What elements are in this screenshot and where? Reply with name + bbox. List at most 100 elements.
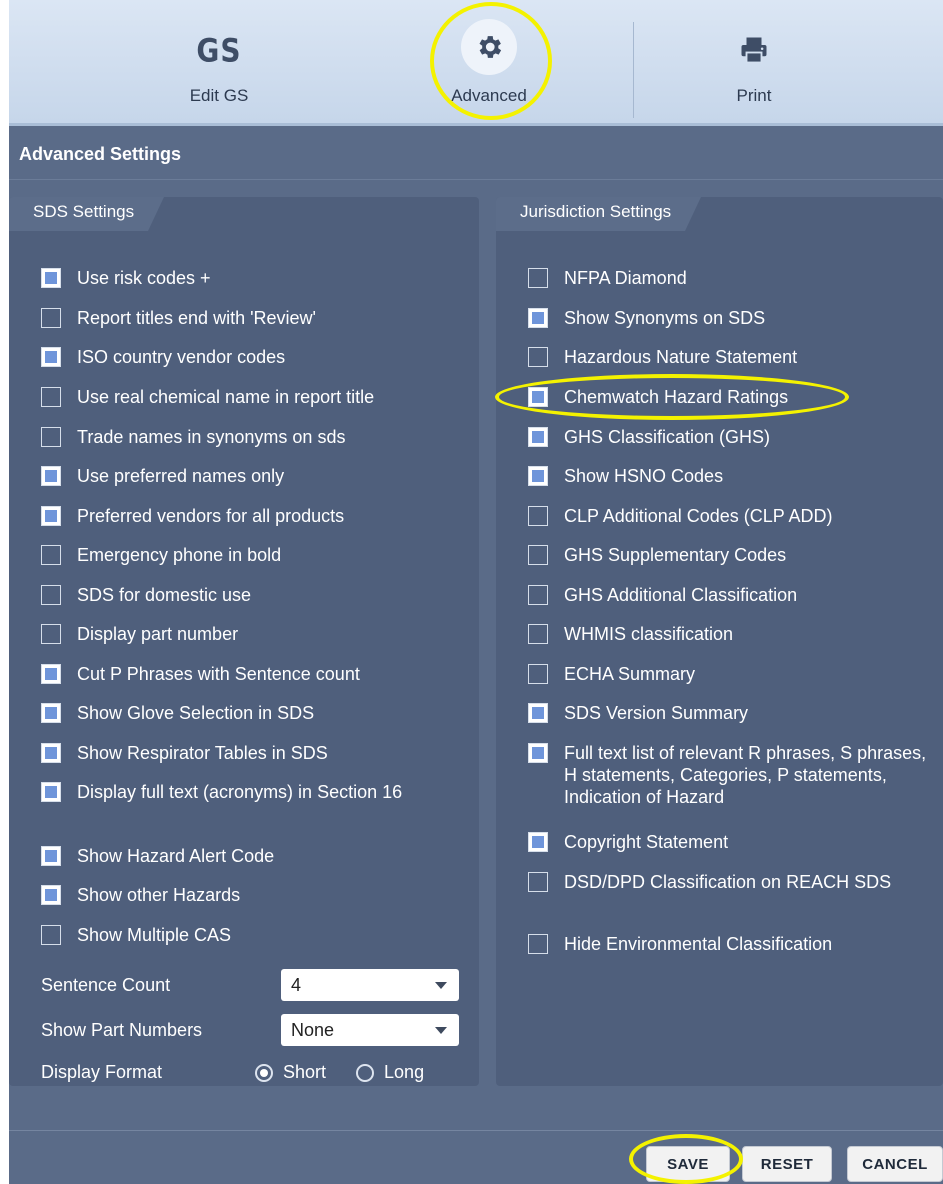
checkbox-item[interactable]: Use preferred names only xyxy=(41,465,461,487)
checkbox-item[interactable]: DSD/DPD Classification on REACH SDS xyxy=(528,871,928,893)
checkbox-item[interactable]: Show Respirator Tables in SDS xyxy=(41,742,461,764)
checkbox-item[interactable]: ECHA Summary xyxy=(528,663,928,685)
checkbox-checked[interactable] xyxy=(41,782,61,802)
toolbar-item-edit-gs[interactable]: GS Edit GS xyxy=(159,0,279,126)
checkbox-label: Show other Hazards xyxy=(77,885,241,905)
checkbox-checked[interactable] xyxy=(41,268,61,288)
checkbox-item[interactable]: Cut P Phrases with Sentence count xyxy=(41,663,461,685)
checkbox-item[interactable]: SDS for domestic use xyxy=(41,584,461,606)
checkbox-unchecked[interactable] xyxy=(528,545,548,565)
checkbox-item[interactable]: Show Multiple CAS xyxy=(41,924,461,946)
checkbox-checked[interactable] xyxy=(41,743,61,763)
display-format-short-radio[interactable] xyxy=(255,1063,273,1082)
checkbox-unchecked[interactable] xyxy=(41,585,61,605)
toolbar-item-print[interactable]: Print xyxy=(694,0,814,126)
checkbox-checked[interactable] xyxy=(528,703,548,723)
sentence-count-select[interactable]: 4 xyxy=(281,969,459,1001)
checkbox-label: Cut P Phrases with Sentence count xyxy=(77,664,360,684)
checkbox-label: Display full text (acronyms) in Section … xyxy=(77,782,403,802)
checkbox-checked[interactable] xyxy=(528,387,548,407)
checkbox-checked[interactable] xyxy=(528,427,548,447)
checkbox-label: Show Hazard Alert Code xyxy=(77,846,275,866)
checkbox-item[interactable]: Emergency phone in bold xyxy=(41,544,461,566)
toolbar-item-advanced[interactable]: Advanced xyxy=(429,0,549,126)
checkbox-unchecked[interactable] xyxy=(41,545,61,565)
checkbox-label: GHS Additional Classification xyxy=(564,585,798,605)
checkbox-checked[interactable] xyxy=(41,506,61,526)
checkbox-item[interactable]: GHS Classification (GHS) xyxy=(528,426,928,448)
checkbox-item[interactable]: Display full text (acronyms) in Section … xyxy=(41,781,461,803)
checkbox-unchecked[interactable] xyxy=(41,624,61,644)
checkbox-item[interactable]: Preferred vendors for all products xyxy=(41,505,461,527)
checkbox-label: Display part number xyxy=(77,624,239,644)
checkbox-label: ECHA Summary xyxy=(564,664,696,684)
checkbox-item[interactable]: Use risk codes + xyxy=(41,267,461,289)
checkbox-item[interactable]: GHS Additional Classification xyxy=(528,584,928,606)
checkbox-label: Report titles end with 'Review' xyxy=(77,308,316,328)
checkbox-item[interactable]: Show Synonyms on SDS xyxy=(528,307,928,329)
checkbox-item[interactable]: NFPA Diamond xyxy=(528,267,928,289)
toolbar-item-label: Edit GS xyxy=(189,86,249,105)
checkbox-unchecked[interactable] xyxy=(528,934,548,954)
checkbox-checked[interactable] xyxy=(528,743,548,763)
sentence-count-label: Sentence Count xyxy=(41,974,171,995)
checkbox-checked[interactable] xyxy=(41,885,61,905)
checkbox-checked[interactable] xyxy=(41,347,61,367)
checkbox-unchecked[interactable] xyxy=(528,664,548,684)
checkbox-unchecked[interactable] xyxy=(528,624,548,644)
show-part-numbers-select[interactable]: None xyxy=(281,1014,459,1046)
checkbox-checked[interactable] xyxy=(41,846,61,866)
checkbox-item[interactable]: Show Hazard Alert Code xyxy=(41,845,461,867)
checkbox-label: NFPA Diamond xyxy=(564,268,687,288)
checkbox-item[interactable]: Show HSNO Codes xyxy=(528,465,928,487)
checkbox-item[interactable]: Hazardous Nature Statement xyxy=(528,346,928,368)
checkbox-item[interactable]: Show other Hazards xyxy=(41,884,461,906)
show-part-numbers-value: None xyxy=(291,1019,335,1040)
page-title: Advanced Settings xyxy=(19,144,182,164)
checkbox-item[interactable]: Hide Environmental Classification xyxy=(528,933,928,955)
checkbox-item[interactable]: Full text list of relevant R phrases, S … xyxy=(528,742,928,808)
checkbox-item[interactable]: Copyright Statement xyxy=(528,831,928,853)
printer-icon xyxy=(739,28,769,72)
checkbox-label: GHS Classification (GHS) xyxy=(564,427,771,447)
checkbox-unchecked[interactable] xyxy=(528,506,548,526)
checkbox-item[interactable]: Show Glove Selection in SDS xyxy=(41,702,461,724)
chevron-down-icon xyxy=(435,1027,447,1034)
checkbox-checked[interactable] xyxy=(528,466,548,486)
checkbox-unchecked[interactable] xyxy=(528,347,548,367)
checkbox-unchecked[interactable] xyxy=(528,268,548,288)
toolbar-item-label: Print xyxy=(736,86,772,105)
sentence-count-value: 4 xyxy=(291,974,302,995)
checkbox-label: ISO country vendor codes xyxy=(77,347,286,367)
checkbox-item[interactable]: Trade names in synonyms on sds xyxy=(41,426,461,448)
checkbox-item[interactable]: WHMIS classification xyxy=(528,623,928,645)
reset-button[interactable]: RESET xyxy=(742,1146,832,1182)
checkbox-item[interactable]: GHS Supplementary Codes xyxy=(528,544,928,566)
cancel-button[interactable]: CANCEL xyxy=(847,1146,943,1182)
checkbox-item[interactable]: SDS Version Summary xyxy=(528,702,928,724)
display-format-long-radio[interactable] xyxy=(356,1063,375,1082)
checkbox-item[interactable]: CLP Additional Codes (CLP ADD) xyxy=(528,505,928,527)
footer-divider xyxy=(9,1130,943,1131)
checkbox-label: Use preferred names only xyxy=(77,466,285,486)
checkbox-item[interactable]: ISO country vendor codes xyxy=(41,346,461,368)
checkbox-item[interactable]: Use real chemical name in report title xyxy=(41,386,461,408)
display-format-long-label: Long xyxy=(384,1062,425,1082)
checkbox-checked[interactable] xyxy=(528,308,548,328)
checkbox-unchecked[interactable] xyxy=(41,387,61,407)
checkbox-checked[interactable] xyxy=(41,703,61,723)
checkbox-item[interactable]: Report titles end with 'Review' xyxy=(41,307,461,329)
checkbox-item[interactable]: Display part number xyxy=(41,623,461,645)
checkbox-unchecked[interactable] xyxy=(41,308,61,328)
checkbox-label: Preferred vendors for all products xyxy=(77,506,345,526)
checkbox-unchecked[interactable] xyxy=(41,427,61,447)
save-button[interactable]: SAVE xyxy=(646,1146,730,1182)
checkbox-label: Full text list of relevant R phrases, S … xyxy=(564,743,927,807)
checkbox-checked[interactable] xyxy=(41,664,61,684)
checkbox-unchecked[interactable] xyxy=(528,585,548,605)
checkbox-unchecked[interactable] xyxy=(528,872,548,892)
checkbox-checked[interactable] xyxy=(528,832,548,852)
checkbox-checked[interactable] xyxy=(41,466,61,486)
checkbox-item[interactable]: Chemwatch Hazard Ratings xyxy=(528,386,928,408)
checkbox-unchecked[interactable] xyxy=(41,925,61,945)
